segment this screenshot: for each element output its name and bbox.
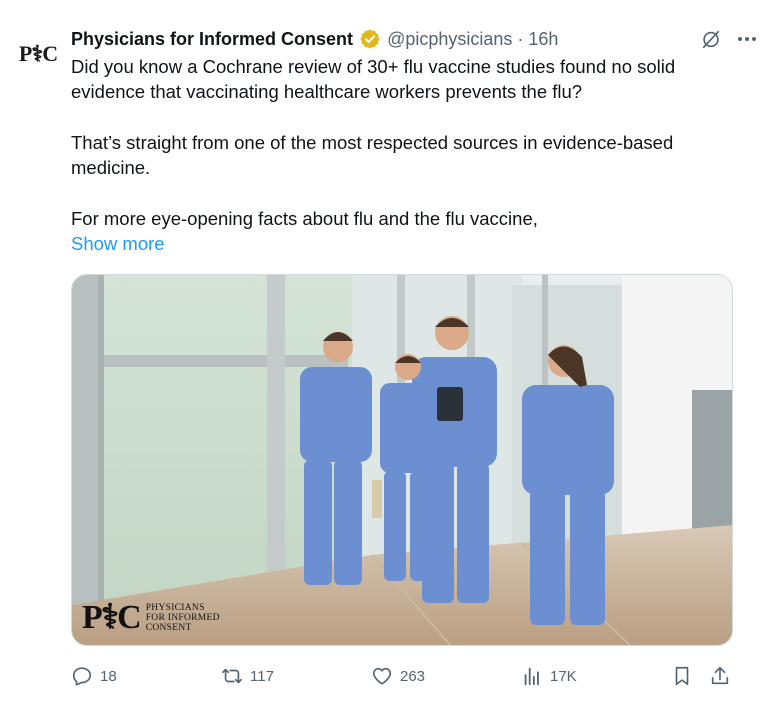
repost-count: 117 [250, 667, 274, 685]
share-button[interactable] [709, 662, 731, 690]
reply-count: 18 [100, 667, 117, 685]
repost-icon [221, 665, 243, 687]
watermark-line: Physicians [145, 603, 205, 613]
bookmark-icon [671, 665, 693, 687]
show-more-link[interactable]: Show more [71, 231, 741, 256]
action-bar: 18 117 263 17K [71, 662, 741, 690]
author-display-name[interactable]: Physicians for Informed Consent [71, 29, 353, 50]
tweet-image[interactable]: P⚕C Physicians for Informed Consent [71, 274, 733, 646]
watermark-text: Physicians for Informed Consent [146, 603, 220, 633]
tweet-paragraph: For more eye-opening facts about flu and… [71, 208, 538, 229]
repost-button[interactable]: 117 [221, 662, 274, 690]
heart-icon [371, 665, 393, 687]
like-count: 263 [400, 667, 426, 685]
avatar[interactable]: P⚕C [14, 34, 62, 74]
watermark-logo: P⚕C Physicians for Informed Consent [82, 601, 220, 635]
tweet-header: Physicians for Informed Consent @picphys… [71, 26, 760, 52]
watermark-line: for Informed [145, 613, 220, 623]
tweet-paragraph: Did you know a Cochrane review of 30+ fl… [71, 56, 676, 102]
like-button[interactable]: 263 [371, 662, 425, 690]
reply-icon [71, 665, 93, 687]
watermark-mark: P⚕C [82, 599, 142, 636]
hospital-corridor-photo [72, 275, 732, 645]
author-handle[interactable]: @picphysicians [387, 29, 512, 50]
share-icon [709, 665, 731, 687]
verified-badge-icon[interactable] [359, 28, 381, 50]
reply-button[interactable]: 18 [71, 662, 117, 690]
tweet-paragraph: That’s straight from one of the most res… [71, 132, 674, 178]
watermark-line: Consent [145, 623, 192, 633]
header-separator: · [517, 28, 524, 49]
tweet-timestamp[interactable]: 16h [528, 29, 558, 50]
bookmark-button[interactable] [671, 662, 693, 690]
grok-icon[interactable] [698, 26, 724, 52]
tweet: P⚕C Physicians for Informed Consent @pic… [0, 0, 780, 720]
views-icon [521, 665, 543, 687]
tweet-text: Did you know a Cochrane review of 30+ fl… [71, 54, 741, 256]
views-button[interactable]: 17K [521, 662, 577, 690]
more-options-icon[interactable] [734, 26, 760, 52]
views-count: 17K [550, 667, 577, 685]
